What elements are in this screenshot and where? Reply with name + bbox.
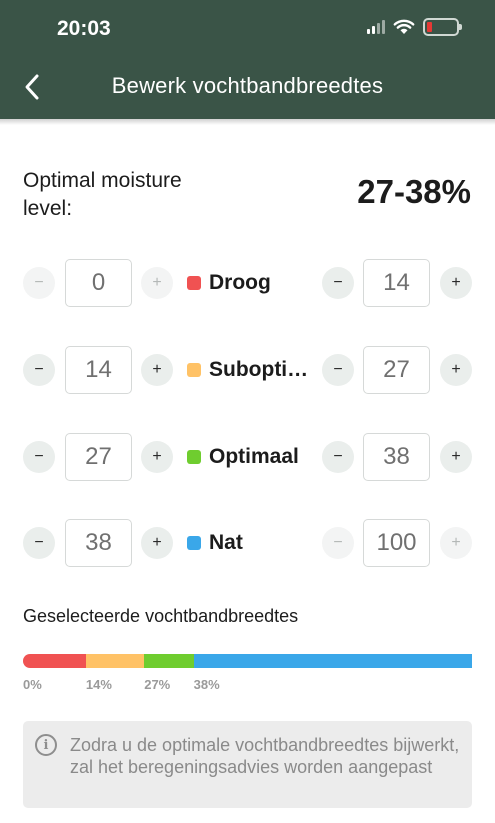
min-value-field[interactable]: 38 <box>65 519 132 567</box>
min-decrement-button[interactable]: − <box>23 441 55 473</box>
info-box: i Zodra u de optimale vochtbandbreedtes … <box>23 721 472 808</box>
min-increment-button: + <box>141 267 173 299</box>
selected-bands-title: Geselecteerde vochtbandbreedtes <box>23 606 299 626</box>
max-decrement-button[interactable]: − <box>322 354 354 386</box>
page-title: Bewerk vochtbandbreedtes <box>111 73 384 98</box>
band-row-nat: −38 + Nat −100 + <box>0 518 495 568</box>
band-name: Optimaal <box>209 445 299 468</box>
status-time: 20:03 <box>57 17 111 40</box>
band-row-optimaal: −27 + Optimaal −38 + <box>0 432 495 482</box>
min-decrement-button[interactable]: − <box>23 527 55 559</box>
max-decrement-button: − <box>322 527 354 559</box>
band-name: Droog <box>209 271 271 294</box>
max-increment-button[interactable]: + <box>440 267 472 299</box>
battery-icon <box>423 18 462 36</box>
band-tick-label: 0% <box>23 677 42 692</box>
max-decrement-button[interactable]: − <box>322 267 354 299</box>
band-row-droog: −0 + Droog −14 + <box>0 258 495 308</box>
info-icon: i <box>35 734 57 756</box>
optimal-moisture-value: 27-38% <box>357 173 471 210</box>
wifi-icon <box>393 19 415 34</box>
min-increment-button[interactable]: + <box>141 527 173 559</box>
band-segment-suboptimaal <box>85 654 145 668</box>
max-increment-button: + <box>440 527 472 559</box>
band-color-swatch <box>187 450 201 464</box>
band-segment-optimaal <box>144 654 194 668</box>
min-value-field[interactable]: 0 <box>65 259 132 307</box>
max-decrement-button[interactable]: − <box>322 441 354 473</box>
max-value-field[interactable]: 14 <box>363 259 430 307</box>
max-value-field[interactable]: 38 <box>363 433 430 481</box>
signal-icon <box>367 20 385 34</box>
band-tick-label: 27% <box>144 677 171 692</box>
min-decrement-button[interactable]: − <box>23 354 55 386</box>
app-header: 20:03 Bewerk vochtbandbreedtes <box>0 0 495 119</box>
min-value-field[interactable]: 27 <box>65 433 132 481</box>
status-icons <box>367 18 462 36</box>
band-segment-droog <box>23 654 86 668</box>
band-row-suboptimaal: −14+Suboptimaal−27+ <box>0 345 495 395</box>
max-increment-button[interactable]: + <box>440 441 472 473</box>
min-increment-button[interactable]: + <box>141 354 173 386</box>
optimal-moisture-label: Optimal moisture level: <box>23 169 182 220</box>
band-name: Suboptimaal <box>209 358 317 381</box>
max-value-field[interactable]: 27 <box>363 346 430 394</box>
band-color-swatch <box>187 276 201 290</box>
band-tick-label: 14% <box>85 677 112 692</box>
max-value-field[interactable]: 100 <box>363 519 430 567</box>
moisture-band-bar <box>23 654 472 668</box>
min-increment-button[interactable]: + <box>141 441 173 473</box>
min-decrement-button: − <box>23 267 55 299</box>
header-shadow <box>0 119 495 125</box>
band-color-swatch <box>187 536 201 550</box>
band-color-swatch <box>187 363 201 377</box>
band-segment-nat <box>193 654 472 668</box>
info-text: Zodra u de optimale vochtbandbreedtes bi… <box>70 735 460 777</box>
max-increment-button[interactable]: + <box>440 354 472 386</box>
min-value-field[interactable]: 14 <box>65 346 132 394</box>
band-name: Nat <box>209 531 243 554</box>
band-tick-label: 38% <box>193 677 220 692</box>
